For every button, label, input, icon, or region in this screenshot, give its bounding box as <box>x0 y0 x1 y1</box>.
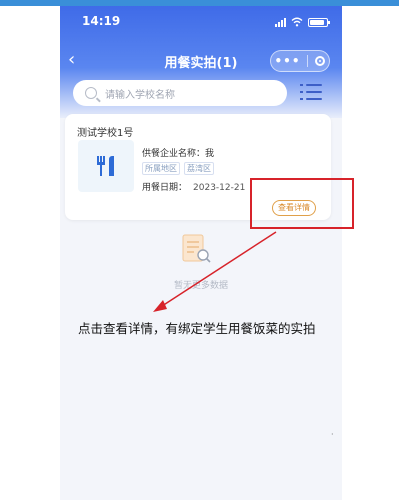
battery-icon <box>308 17 330 27</box>
navigation-bar: ‹ 用餐实拍(1) ••• <box>60 48 342 78</box>
status-bar: 14:19 <box>60 14 342 34</box>
search-icon <box>85 87 97 99</box>
annotation-caption: 点击查看详情，有绑定学生用餐饭菜的实拍 <box>78 321 316 336</box>
search-input[interactable]: 请输入学校名称 <box>73 80 287 106</box>
phone-screen: 14:19 ‹ 用餐实拍(1) ••• 请输入学校名称 测试学校1号 供餐企业名… <box>60 6 342 500</box>
supplier-name: 供餐企业名称：我 <box>142 149 215 159</box>
meal-date: 用餐日期： 2023-12-21 <box>142 180 245 193</box>
wifi-icon <box>291 17 303 27</box>
meal-thumbnail <box>78 140 134 192</box>
utensils-icon <box>95 156 117 176</box>
close-miniprogram-icon[interactable] <box>315 56 326 66</box>
meal-date-value: 2023-12-21 <box>193 183 246 193</box>
meal-date-label: 用餐日期： <box>142 183 188 193</box>
status-icons <box>275 17 330 27</box>
school-name: 测试学校1号 <box>77 128 134 139</box>
corner-mark: · <box>331 430 334 439</box>
region-tag-value: 荔湾区 <box>184 162 214 175</box>
miniprogram-capsule: ••• <box>270 50 330 72</box>
status-time: 14:19 <box>82 14 121 28</box>
highlight-box <box>250 178 354 229</box>
filter-list-icon[interactable] <box>300 82 322 102</box>
empty-state-text: 暂无更多数据 <box>173 281 228 291</box>
region-tag-label: 所属地区 <box>142 162 180 175</box>
capsule-divider <box>307 55 309 67</box>
signal-icon <box>275 17 286 27</box>
more-menu-icon[interactable]: ••• <box>274 55 300 67</box>
search-placeholder: 请输入学校名称 <box>105 89 175 101</box>
region-tags: 所属地区 荔湾区 <box>142 162 214 175</box>
search-row: 请输入学校名称 <box>60 80 342 108</box>
empty-document-icon <box>182 234 211 263</box>
